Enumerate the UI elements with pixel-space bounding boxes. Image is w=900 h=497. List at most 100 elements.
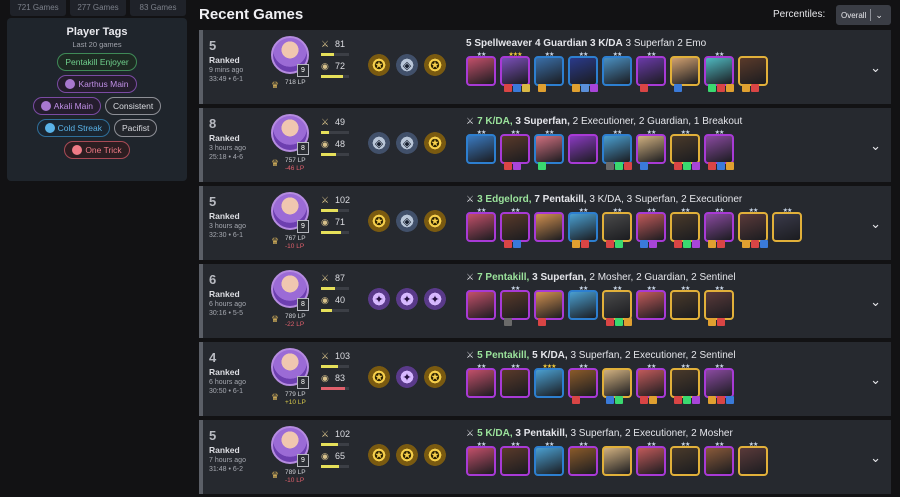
champion-unit[interactable] [534,290,564,326]
chevron-down-icon[interactable]: ⌄ [870,60,881,76]
champion-unit[interactable] [738,56,768,92]
player-tag[interactable]: Karthus Main [57,75,137,93]
augment-icon[interactable]: ✪ [368,210,390,232]
champion-unit[interactable]: ★★ [568,52,598,92]
champion-unit[interactable]: ★★ [738,208,768,248]
champion-unit[interactable]: ★★ [670,286,700,320]
champion-unit[interactable] [466,290,496,320]
champion-unit[interactable]: ★★ [636,364,666,404]
item-icon [513,240,521,248]
champion-unit[interactable] [602,446,632,476]
champion-unit[interactable]: ★★ [602,52,632,86]
augment-icon[interactable]: ✪ [424,210,446,232]
item-icon [624,318,632,326]
champion-unit[interactable]: ★★ [568,286,598,320]
player-tag[interactable]: Pentakill Enjoyer [57,53,137,71]
champion-unit[interactable]: ★★ [534,52,564,92]
champion-unit[interactable]: ★★ [500,130,530,170]
champion-unit[interactable]: ★★★ [500,52,530,92]
game-row[interactable]: 6 Ranked 6 hours ago 30:16 • 5-5 8 ♛ 789 LP -22… [199,264,891,338]
augment-icon[interactable]: ✪ [424,444,446,466]
champion-unit[interactable]: ★★ [636,442,666,476]
player-tag[interactable]: Cold Streak [36,119,110,137]
champion-unit[interactable]: ★★ [670,208,700,248]
unit-items [674,162,700,170]
augment-icon[interactable]: ✦ [396,366,418,388]
champion-unit[interactable] [602,368,632,404]
champion-unit[interactable]: ★★ [602,130,632,170]
champion-unit[interactable]: ★★ [568,442,598,476]
champion-unit[interactable] [568,134,598,164]
champion-unit[interactable]: ★★ [500,364,530,398]
item-icon [717,318,725,326]
champion-unit[interactable]: ★★ [466,52,496,86]
chevron-down-icon[interactable]: ⌄ [870,450,881,466]
champion-unit[interactable]: ★★ [534,442,564,476]
augment-icon[interactable]: ✪ [368,444,390,466]
chevron-down-icon[interactable]: ⌄ [870,372,881,388]
champion-unit[interactable] [534,212,564,242]
player-tag[interactable]: Pacifist [114,119,158,137]
champion-unit[interactable]: ★★ [704,208,734,248]
champion-unit[interactable]: ★★ [602,286,632,326]
champion-unit[interactable]: ★★★ [534,364,564,398]
champion-unit[interactable]: ★★ [602,208,632,248]
champion-unit[interactable]: ★★ [466,442,496,476]
augment-icon[interactable]: ✦ [396,288,418,310]
champion-unit[interactable]: ★★ [636,286,666,320]
champion-unit[interactable]: ★★ [568,208,598,248]
champion-unit[interactable]: ★★ [704,442,734,476]
game-row[interactable]: 5 Ranked 3 hours ago 32:30 • 6-1 9 ♛ 767 LP -10… [199,186,891,260]
augment-icon[interactable]: ◈ [396,210,418,232]
augment-icon[interactable]: ✪ [368,54,390,76]
augment-icon[interactable]: ✪ [396,444,418,466]
augment-icon[interactable]: ✦ [368,288,390,310]
champion-unit[interactable]: ★★ [534,130,564,170]
champion-unit[interactable] [670,56,700,92]
gold-bar-fill [321,75,344,78]
champion-unit[interactable]: ★★ [704,130,734,170]
player-tag[interactable]: Akali Main [32,97,102,115]
augment-icon[interactable]: ◈ [368,132,390,154]
champion-unit[interactable]: ★★ [500,442,530,476]
champion-unit[interactable]: ★★ [704,364,734,404]
game-row[interactable]: 4 Ranked 6 hours ago 30:50 • 6-1 8 ♛ 779 LP +10… [199,342,891,416]
champion-unit[interactable]: ★★ [670,364,700,404]
percentiles-select[interactable]: Overall ⌄ [836,5,891,25]
champion-unit[interactable]: ★★ [636,52,666,92]
augment-icon[interactable]: ✪ [424,366,446,388]
augment-icon[interactable]: ✪ [424,132,446,154]
level-badge: 8 [297,298,309,311]
chevron-down-icon[interactable]: ⌄ [870,216,881,232]
champion-unit[interactable]: ★★ [704,52,734,92]
game-summary: 6 Ranked 6 hours ago 30:16 • 5-5 [209,272,269,317]
game-row[interactable]: 5 Ranked 9 mins ago 33:49 • 6-1 9 ♛ 718 LP ⚔ 81 ◉… [199,30,891,104]
item-icon [742,84,750,92]
champion-unit[interactable]: ★★ [772,208,802,242]
champion-unit[interactable]: ★★ [466,130,496,164]
champion-unit[interactable]: ★★ [670,130,700,170]
game-row[interactable]: 5 Ranked 7 hours ago 31:48 • 6-2 9 ♛ 789 LP -10… [199,420,891,494]
augment-icon[interactable]: ✪ [368,366,390,388]
champion-unit[interactable]: ★★ [636,208,666,248]
champion-unit[interactable]: ★★ [466,208,496,242]
player-tag[interactable]: Consistent [105,97,162,115]
augment-icon[interactable]: ◈ [396,54,418,76]
champion-unit[interactable]: ★★ [738,442,768,476]
augment-icon[interactable]: ✪ [424,54,446,76]
augment-icon[interactable]: ◈ [396,132,418,154]
duration-and-record: 33:49 • 6-1 [209,76,243,83]
champion-unit[interactable]: ★★ [636,130,666,170]
player-tag[interactable]: One Trick [64,141,130,159]
champion-unit[interactable]: ★★ [704,286,734,326]
drop-icon [44,123,55,133]
champion-unit[interactable]: ★★ [500,208,530,248]
champion-unit[interactable]: ★★ [568,364,598,404]
game-row[interactable]: 8 Ranked 3 hours ago 25:18 • 4-6 8 ♛ 757 LP -46… [199,108,891,182]
augment-icon[interactable]: ✦ [424,288,446,310]
chevron-down-icon[interactable]: ⌄ [870,138,881,154]
chevron-down-icon[interactable]: ⌄ [870,294,881,310]
champion-unit[interactable]: ★★ [466,364,496,398]
champion-unit[interactable]: ★★ [500,286,530,326]
champion-unit[interactable]: ★★ [670,442,700,476]
